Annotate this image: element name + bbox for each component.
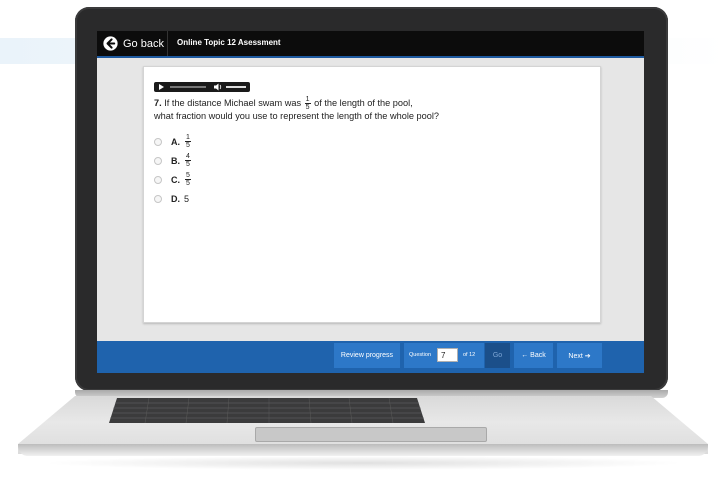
question-text-part2: of the length of the pool, (314, 97, 413, 108)
option-fraction: 45 (185, 153, 191, 168)
option-letter: D. (171, 193, 180, 204)
fraction-numerator: 1 (185, 134, 191, 142)
option-fraction: 15 (185, 134, 191, 149)
play-icon[interactable] (159, 84, 164, 90)
question-text: 7. If the distance Michael swam was 15 o… (154, 96, 594, 123)
option-a[interactable]: A. 15 (154, 132, 192, 151)
radio-button[interactable] (154, 137, 162, 146)
question-number-input[interactable]: 7 (437, 348, 458, 362)
go-button[interactable]: Go (485, 343, 510, 368)
option-b[interactable]: B. 45 (154, 151, 192, 170)
go-back-label: Go back (123, 37, 164, 50)
navigation-bar: Review progress Question 7 of 12 Go ← Ba… (97, 341, 644, 373)
back-button[interactable]: ← Back (514, 343, 553, 368)
fraction-denominator: 5 (305, 104, 310, 111)
question-text-line2: what fraction would you use to represent… (154, 111, 439, 121)
audio-progress-track[interactable] (170, 86, 206, 88)
radio-button[interactable] (154, 175, 162, 184)
keyboard-graphic (109, 397, 425, 424)
answer-options: A. 15 B. 45 C. 55 D. 5 (154, 132, 192, 208)
option-d[interactable]: D. 5 (154, 189, 192, 208)
radio-button[interactable] (154, 156, 162, 165)
audio-player[interactable] (154, 82, 250, 92)
radio-button[interactable] (154, 194, 162, 203)
question-total-label: of 12 (463, 352, 476, 358)
option-c[interactable]: C. 55 (154, 170, 192, 189)
review-progress-button[interactable]: Review progress (334, 343, 400, 368)
volume-slider[interactable] (226, 86, 246, 88)
question-label: Question (409, 352, 432, 358)
arrow-left-circle-icon (103, 36, 118, 51)
question-jump-panel: Question 7 of 12 (404, 343, 484, 368)
question-card: 7. If the distance Michael swam was 15 o… (143, 66, 601, 323)
option-letter: B. (171, 155, 180, 166)
fraction-denominator: 5 (186, 142, 190, 149)
question-text-part1: If the distance Michael swam was (164, 97, 302, 108)
speaker-icon[interactable] (214, 83, 223, 91)
laptop-base-edge (18, 444, 708, 456)
laptop-shadow (40, 456, 686, 470)
fraction-numerator: 5 (185, 172, 191, 180)
laptop-screen: Go back Online Topic 12 Asessment 7. If … (97, 31, 644, 373)
go-back-button[interactable]: Go back (97, 31, 168, 56)
app-top-bar: Go back Online Topic 12 Asessment (97, 31, 644, 56)
assessment-title: Online Topic 12 Asessment (177, 38, 281, 47)
option-value: 5 (184, 193, 190, 204)
top-bar-accent (97, 56, 644, 58)
option-letter: C. (171, 174, 180, 185)
fraction-numerator: 4 (185, 153, 191, 161)
fraction-numerator: 1 (304, 96, 311, 104)
question-fraction: 15 (304, 96, 311, 111)
fraction-denominator: 5 (186, 180, 190, 187)
trackpad (255, 427, 487, 442)
question-number: 7. (154, 97, 162, 108)
option-letter: A. (171, 136, 180, 147)
option-fraction: 55 (185, 172, 191, 187)
next-button[interactable]: Next ➔ (557, 343, 602, 368)
fraction-denominator: 5 (186, 161, 190, 168)
